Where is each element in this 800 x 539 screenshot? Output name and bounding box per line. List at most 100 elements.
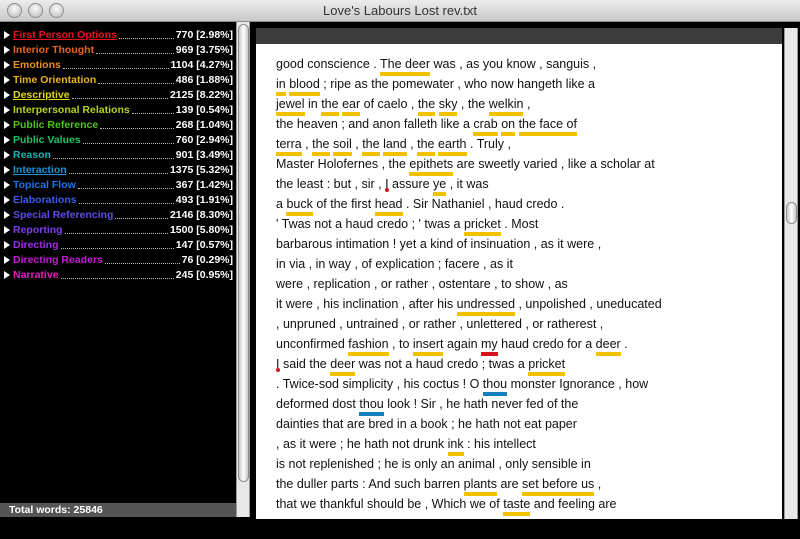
text-run: it were , his inclination , after his [276, 297, 457, 311]
text-run: the heaven ; and anon falleth like a [276, 117, 474, 131]
highlighted-word: insert [412, 337, 444, 351]
category-count: 486 [1.88%] [175, 74, 233, 86]
category-name[interactable]: Time Orientation [13, 74, 96, 86]
disclosure-triangle-icon[interactable] [4, 91, 10, 99]
disclosure-triangle-icon[interactable] [4, 46, 10, 54]
document-scrollbar-thumb[interactable] [786, 202, 797, 224]
category-row[interactable]: Time Orientation 486 [1.88%] [3, 73, 233, 88]
highlighted-word: thou [482, 377, 508, 391]
text-run: , as it were ; he hath not drunk [276, 437, 448, 451]
text-run: are [496, 477, 522, 491]
highlighted-word: soil [333, 137, 352, 151]
text-line: the duller parts : And such barren plant… [276, 477, 601, 497]
text-run: . Sir Nathaniel , haud credo . [402, 197, 565, 211]
disclosure-triangle-icon[interactable] [4, 241, 10, 249]
disclosure-triangle-icon[interactable] [4, 106, 10, 114]
text-line: in blood ; ripe as the pomewater , who n… [276, 77, 595, 97]
category-count: 268 [1.04%] [175, 119, 233, 131]
leader-dots [78, 188, 174, 189]
category-name[interactable]: Interior Thought [13, 44, 94, 56]
category-scrollbar[interactable] [236, 22, 250, 517]
category-count: 760 [2.94%] [175, 134, 233, 146]
highlighted-word: fashion [348, 337, 389, 351]
category-panel: First Person Options 770 [2.98%] Interior … [0, 22, 236, 539]
text-run: ; ripe as the pomewater , who now hanget… [319, 77, 595, 91]
category-row[interactable]: Reason 901 [3.49%] [3, 148, 233, 163]
disclosure-triangle-icon[interactable] [4, 226, 10, 234]
leader-dots [63, 68, 169, 69]
highlighted-word: set before us [522, 477, 595, 491]
category-name[interactable]: Directing Readers [13, 254, 103, 266]
text-run: . Most [500, 217, 539, 231]
text-run: were , replication , or rather , ostenta… [276, 277, 568, 291]
disclosure-triangle-icon[interactable] [4, 256, 10, 264]
text-line: it were , his inclination , after his un… [276, 297, 662, 317]
category-row[interactable]: Emotions 1104 [4.27%] [3, 58, 233, 73]
text-run: ' Twas not a haud credo ; ' twas a [276, 217, 464, 231]
highlighted-word: thou [359, 397, 384, 411]
disclosure-triangle-icon[interactable] [4, 61, 10, 69]
category-row[interactable]: Descriptive 2125 [8.22%] [3, 88, 233, 103]
category-name[interactable]: Reporting [13, 224, 63, 236]
category-name[interactable]: Narrative [13, 269, 59, 281]
category-count: 969 [3.75%] [175, 44, 233, 56]
category-row[interactable]: Interpersonal Relations 139 [0.54%] [3, 103, 233, 118]
category-name[interactable]: Elaborations [13, 194, 77, 206]
category-count: 139 [0.54%] [175, 104, 233, 116]
category-name[interactable]: Public Reference [13, 119, 98, 131]
category-name[interactable]: First Person Options [13, 29, 117, 41]
category-name[interactable]: Directing [13, 239, 59, 251]
category-row[interactable]: Directing 147 [0.57%] [3, 238, 233, 253]
category-count: 367 [1.42%] [175, 179, 233, 191]
disclosure-triangle-icon[interactable] [4, 181, 10, 189]
disclosure-triangle-icon[interactable] [4, 211, 10, 219]
text-line: terra , the soil , the land , the earth … [276, 137, 511, 157]
disclosure-triangle-icon[interactable] [4, 121, 10, 129]
category-row[interactable]: Public Values 760 [2.94%] [3, 133, 233, 148]
disclosure-triangle-icon[interactable] [4, 31, 10, 39]
text-line: dainties that are bred in a book ; he ha… [276, 417, 577, 437]
category-row[interactable]: Topical Flow 367 [1.42%] [3, 178, 233, 193]
disclosure-triangle-icon[interactable] [4, 76, 10, 84]
category-name[interactable]: Public Values [13, 134, 81, 146]
category-name[interactable]: Topical Flow [13, 179, 76, 191]
text-run: are sweetly varied , like a scholar at [453, 157, 655, 171]
disclosure-triangle-icon[interactable] [4, 196, 10, 204]
highlighted-word: jewel [276, 97, 305, 111]
category-name[interactable]: Special Referencing [13, 209, 113, 221]
category-count: 2146 [8.30%] [169, 209, 233, 221]
category-row[interactable]: Narrative 245 [0.95%] [3, 268, 233, 283]
category-scrollbar-thumb[interactable] [238, 24, 249, 482]
disclosure-triangle-icon[interactable] [4, 151, 10, 159]
category-count: 1104 [4.27%] [170, 59, 233, 71]
text-line: the heaven ; and anon falleth like a cra… [276, 117, 577, 137]
text-run: good conscience . [276, 57, 381, 71]
category-name[interactable]: Emotions [13, 59, 61, 71]
marked-word: I [385, 177, 390, 192]
category-row[interactable]: First Person Options 770 [2.98%] [3, 28, 233, 43]
disclosure-triangle-icon[interactable] [4, 271, 10, 279]
category-name[interactable]: Interaction [13, 164, 67, 176]
text-run: of caelo , [360, 97, 418, 111]
category-row[interactable]: Elaborations 493 [1.91%] [3, 193, 233, 208]
category-name[interactable]: Descriptive [13, 89, 70, 101]
category-name[interactable]: Reason [13, 149, 51, 161]
category-row[interactable]: Reporting 1500 [5.80%] [3, 223, 233, 238]
document-text-view[interactable]: good conscience . The deer was , as you … [256, 44, 782, 519]
text-run: that we thankful should be , Which we of [276, 497, 504, 511]
highlighted-word: ye [433, 177, 447, 191]
category-count: 901 [3.49%] [175, 149, 233, 161]
category-row[interactable]: Directing Readers 76 [0.29%] [3, 253, 233, 268]
document-scrollbar[interactable] [784, 28, 798, 519]
disclosure-triangle-icon[interactable] [4, 166, 10, 174]
window-title: Love's Labours Lost rev.txt [323, 3, 477, 18]
category-row[interactable]: Public Reference 268 [1.04%] [3, 118, 233, 133]
category-row[interactable]: Interior Thought 969 [3.75%] [3, 43, 233, 58]
category-row[interactable]: Interaction 1375 [5.32%] [3, 163, 233, 178]
category-row[interactable]: Special Referencing 2146 [8.30%] [3, 208, 233, 223]
disclosure-triangle-icon[interactable] [4, 136, 10, 144]
highlighted-word: earth [438, 137, 467, 151]
highlighted-word: on [501, 117, 516, 131]
text-line: , as it were ; he hath not drunk ink : h… [276, 437, 536, 457]
category-name[interactable]: Interpersonal Relations [13, 104, 130, 116]
